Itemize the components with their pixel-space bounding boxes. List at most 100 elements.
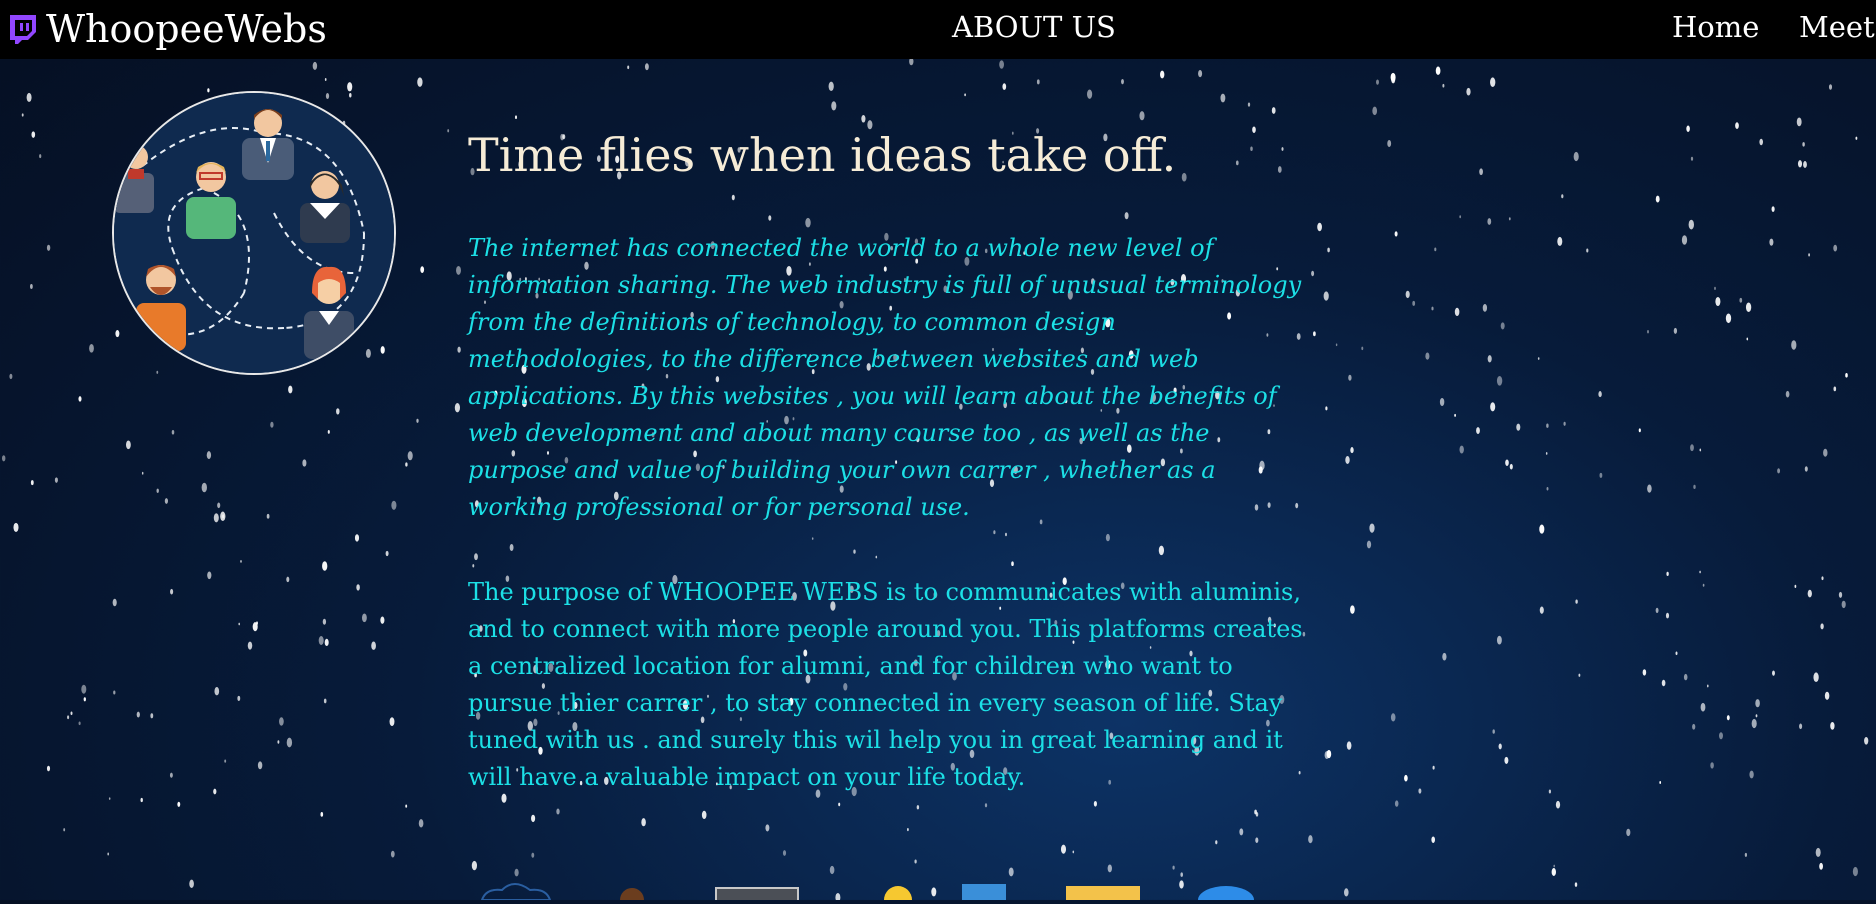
star (288, 385, 293, 394)
star (1807, 589, 1812, 598)
star (1311, 270, 1315, 277)
star (1412, 300, 1416, 306)
star (46, 244, 51, 251)
star (1255, 812, 1259, 817)
star (1745, 302, 1752, 313)
star (1692, 723, 1696, 730)
nav-meet-link[interactable]: Meet (1799, 10, 1875, 44)
star (1317, 222, 1322, 232)
star (256, 621, 258, 625)
brand[interactable]: WhoopeeWebs (6, 10, 327, 48)
star (324, 78, 327, 81)
star (1376, 79, 1379, 85)
star (1575, 599, 1578, 604)
star (1181, 172, 1187, 182)
star (324, 638, 329, 647)
star (1431, 836, 1436, 843)
star (471, 860, 477, 871)
star (457, 346, 461, 353)
star (1335, 343, 1338, 347)
star (1661, 679, 1666, 687)
star (115, 330, 120, 338)
star (828, 81, 834, 92)
star (1755, 699, 1760, 708)
star (39, 154, 42, 159)
star (390, 850, 395, 858)
star (1539, 524, 1545, 534)
star (1036, 79, 1040, 85)
star (1508, 217, 1511, 221)
star (224, 759, 227, 763)
star (916, 805, 920, 810)
star (417, 77, 423, 87)
star (999, 60, 1004, 69)
star (1655, 195, 1660, 203)
star (1824, 691, 1830, 700)
star (1647, 484, 1652, 493)
star (531, 814, 536, 823)
headline: Time flies when ideas take off. (468, 128, 1177, 182)
star (1466, 87, 1471, 96)
intro-paragraph: The internet has connected the world to … (468, 234, 1302, 521)
star (853, 549, 856, 554)
star (336, 408, 340, 415)
star (1442, 652, 1447, 661)
networking-people-illustration (112, 91, 396, 375)
star (1404, 774, 1408, 782)
star (627, 65, 630, 70)
star (1683, 673, 1688, 681)
star (418, 819, 424, 828)
star (1281, 147, 1284, 151)
star (1215, 840, 1218, 845)
document-icon (962, 884, 1006, 902)
star (13, 522, 19, 532)
star (1060, 844, 1067, 854)
star (1255, 837, 1259, 843)
star (286, 576, 290, 583)
star (1252, 126, 1256, 133)
star (1830, 722, 1835, 730)
star (270, 421, 274, 428)
star (838, 802, 841, 807)
star (78, 721, 81, 726)
star (30, 480, 34, 486)
star (731, 194, 735, 201)
star (472, 564, 475, 568)
star (31, 131, 36, 138)
star (1699, 448, 1702, 452)
star (380, 346, 385, 354)
star (107, 852, 110, 856)
star (1124, 212, 1129, 220)
star (1539, 606, 1544, 614)
star (1799, 723, 1803, 730)
nav-home-link[interactable]: Home (1672, 10, 1759, 44)
star (164, 498, 169, 504)
star (1726, 715, 1730, 721)
star (1808, 253, 1811, 257)
star (1496, 375, 1503, 386)
star (238, 622, 240, 626)
star (156, 488, 159, 493)
star (213, 788, 217, 795)
star (1557, 236, 1563, 246)
star (1551, 868, 1557, 876)
star (1715, 296, 1721, 307)
star (206, 451, 212, 460)
star (1002, 83, 1007, 90)
star (914, 859, 917, 864)
star (67, 715, 70, 720)
purpose-paragraph: The purpose of WHOOPEE WEBS is to commun… (468, 578, 1303, 791)
star (1700, 702, 1706, 712)
star (1434, 247, 1437, 252)
star (1504, 756, 1509, 764)
star (26, 92, 32, 102)
star (1011, 561, 1014, 567)
star (112, 598, 117, 607)
star (318, 636, 324, 645)
star (1690, 156, 1694, 161)
star (1308, 835, 1313, 844)
star (405, 804, 408, 808)
star (70, 711, 73, 716)
star (1327, 247, 1330, 253)
navbar: WhoopeeWebs ABOUT US Home Meet (0, 0, 1876, 59)
